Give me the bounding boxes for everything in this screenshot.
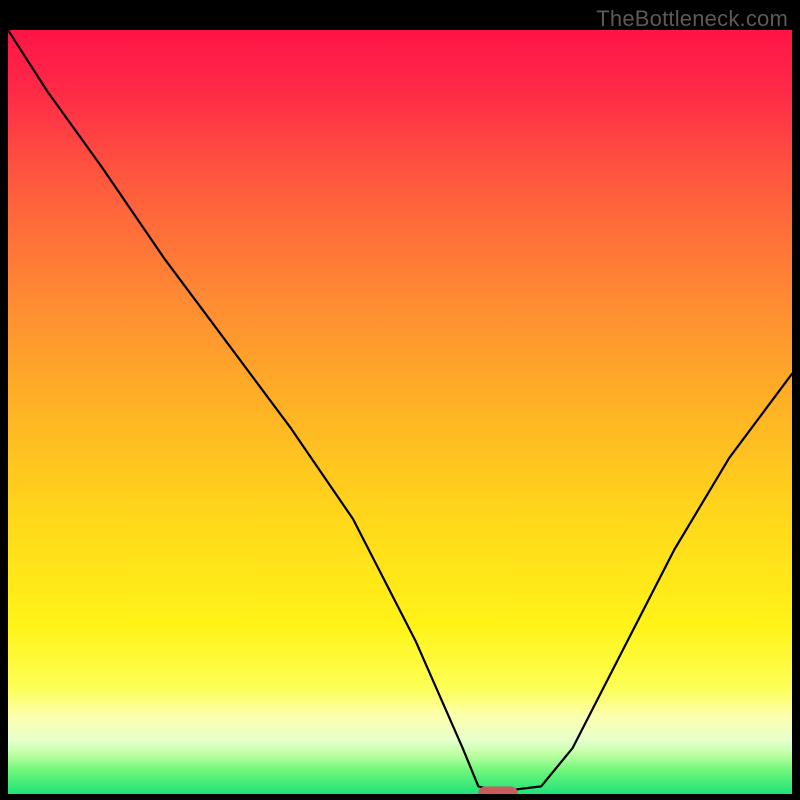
plot-background — [8, 30, 792, 794]
chart-container: TheBottleneck.com — [0, 0, 800, 800]
bottleneck-chart — [8, 30, 792, 794]
sweet-spot-marker — [478, 787, 517, 795]
watermark-label: TheBottleneck.com — [596, 6, 788, 32]
